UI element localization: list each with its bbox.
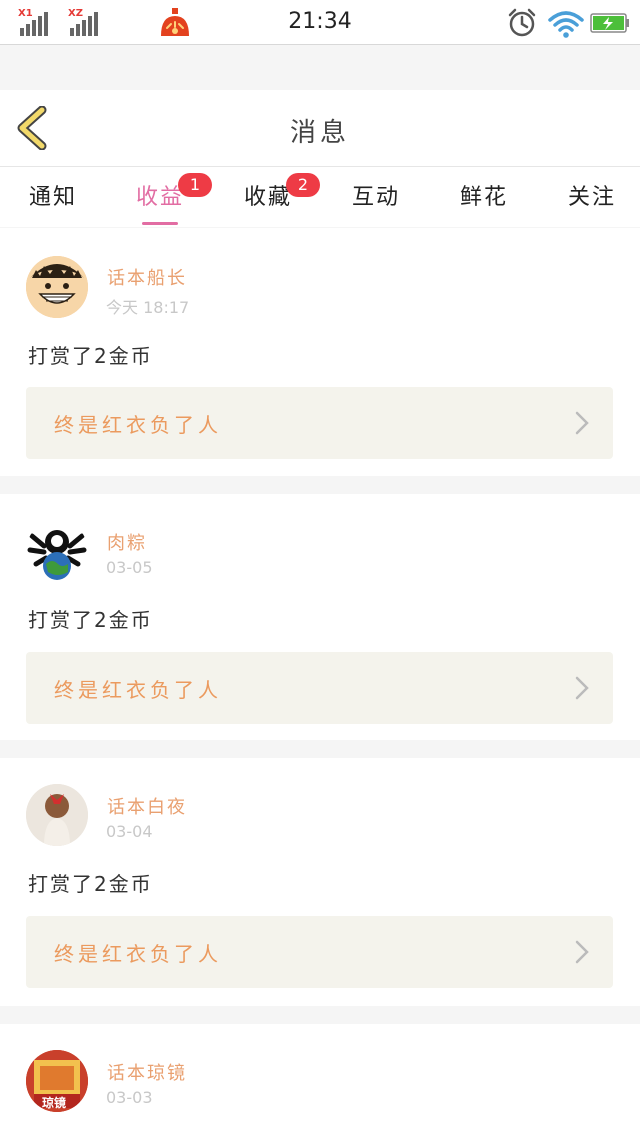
avatar[interactable] bbox=[26, 256, 88, 318]
chevron-right-icon bbox=[575, 411, 589, 435]
avatar-caption: 琼镜 bbox=[42, 1096, 67, 1110]
message-card: 话本船长 今天 18:17 打赏了2金币 终是红衣负了人 bbox=[0, 228, 640, 476]
message-text: 打赏了2金币 bbox=[28, 608, 153, 632]
work-link[interactable]: 终是红衣负了人 bbox=[26, 652, 613, 724]
sim1-label: X1 bbox=[18, 8, 33, 19]
work-link[interactable]: 终是红衣负了人 bbox=[26, 387, 613, 459]
avatar[interactable] bbox=[26, 784, 88, 846]
earnings-badge: 1 bbox=[178, 173, 212, 197]
avatar[interactable]: 琼镜 bbox=[26, 1050, 88, 1112]
username[interactable]: 话本白夜 bbox=[107, 793, 187, 819]
status-bar: X1 XZ 21:34 bbox=[0, 0, 640, 45]
alarm-icon bbox=[508, 8, 536, 37]
avatar[interactable] bbox=[26, 520, 88, 582]
app-notification-icon bbox=[161, 8, 189, 36]
message-text: 打赏了2金币 bbox=[28, 344, 153, 368]
tab-label: 通知 bbox=[28, 185, 77, 210]
message-card: 话本白夜 03-04 打赏了2金币 终是红衣负了人 bbox=[0, 758, 640, 1006]
message-time: 今天 18:17 bbox=[106, 298, 190, 317]
username[interactable]: 肉粽 bbox=[107, 529, 147, 555]
tab-label: 关注 bbox=[567, 185, 616, 210]
chevron-right-icon bbox=[575, 940, 589, 964]
message-card: 琼镜 话本琼镜 03-03 bbox=[0, 1024, 640, 1138]
status-time: 21:34 bbox=[288, 9, 352, 34]
message-card: 肉粽 03-05 打赏了2金币 终是红衣负了人 bbox=[0, 494, 640, 740]
message-text: 打赏了2金币 bbox=[28, 872, 153, 896]
username[interactable]: 话本琼镜 bbox=[107, 1059, 187, 1085]
page-header: 消息 bbox=[0, 90, 640, 167]
tab-label: 互动 bbox=[351, 185, 400, 210]
sim1-signal-icon: X1 bbox=[18, 8, 52, 36]
active-tab-indicator bbox=[142, 222, 178, 225]
tab-favorites[interactable]: 收藏 2 bbox=[240, 173, 320, 225]
username[interactable]: 话本船长 bbox=[107, 264, 187, 290]
message-time: 03-05 bbox=[106, 558, 153, 577]
tab-interactions[interactable]: 互动 bbox=[348, 179, 404, 225]
favorites-badge: 2 bbox=[286, 173, 320, 197]
sim2-signal-icon: XZ bbox=[68, 8, 102, 36]
tab-notifications[interactable]: 通知 bbox=[26, 179, 80, 225]
work-title: 终是红衣负了人 bbox=[54, 413, 222, 437]
page-title: 消息 bbox=[289, 118, 350, 148]
work-title: 终是红衣负了人 bbox=[54, 942, 222, 966]
tab-follows[interactable]: 关注 bbox=[564, 179, 620, 225]
tab-earnings[interactable]: 收益 1 bbox=[132, 173, 212, 225]
chevron-right-icon bbox=[575, 676, 589, 700]
message-time: 03-04 bbox=[106, 822, 153, 841]
tab-flowers[interactable]: 鲜花 bbox=[456, 179, 512, 225]
tab-label: 鲜花 bbox=[459, 185, 508, 210]
battery-icon bbox=[590, 13, 629, 33]
status-spacer bbox=[0, 45, 640, 90]
message-time: 03-03 bbox=[106, 1088, 153, 1107]
sim2-label: XZ bbox=[68, 8, 83, 19]
work-title: 终是红衣负了人 bbox=[54, 678, 222, 702]
tab-bar: 通知 收益 1 收藏 2 互动 鲜花 关注 bbox=[0, 167, 640, 227]
wifi-icon bbox=[548, 11, 584, 38]
work-link[interactable]: 终是红衣负了人 bbox=[26, 916, 613, 988]
